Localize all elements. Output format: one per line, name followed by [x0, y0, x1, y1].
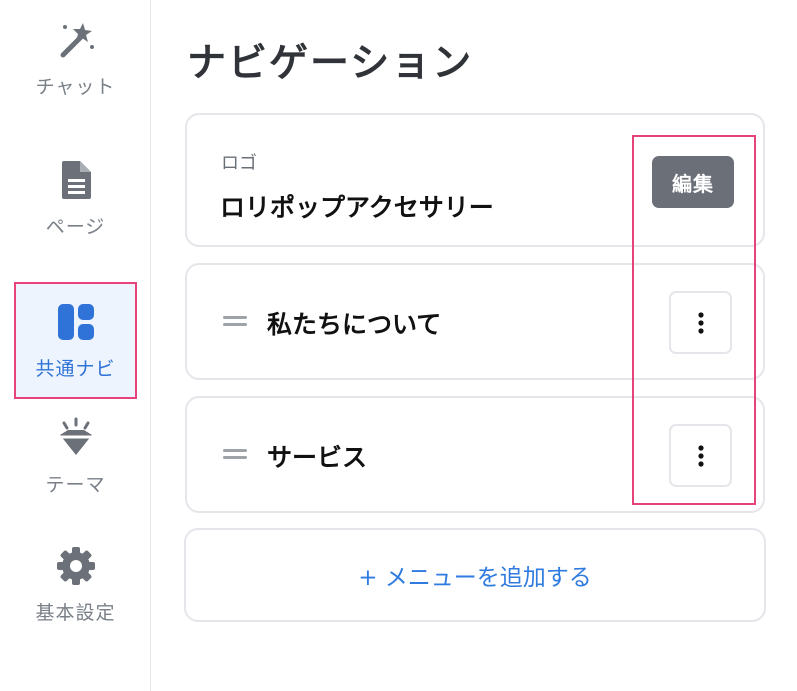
layout-grid-icon: [54, 300, 98, 344]
logo-name: ロリポップアクセサリー: [220, 193, 494, 222]
diamond-icon: [54, 416, 98, 460]
drag-handle-icon[interactable]: [223, 448, 247, 460]
sidebar-item-label: チャット: [35, 76, 116, 98]
sidebar-item-chat[interactable]: チャット: [14, 0, 137, 117]
page-title: ナビゲーション: [187, 41, 474, 86]
logo-caption: ロゴ: [221, 153, 257, 174]
menu-item-card: 私たちについて: [185, 263, 765, 380]
more-options-button[interactable]: [669, 424, 732, 487]
edit-logo-button[interactable]: 編集: [652, 156, 734, 208]
sidebar-item-label: 基本設定: [35, 602, 116, 624]
more-vertical-icon: [697, 444, 704, 467]
gear-icon: [54, 544, 98, 588]
logo-card: ロゴ ロリポップアクセサリー 編集: [185, 113, 765, 247]
sidebar-item-label: テーマ: [45, 474, 106, 496]
menu-item-card: サービス: [185, 396, 765, 513]
drag-handle-icon[interactable]: [223, 315, 247, 327]
sidebar-item-basic-settings[interactable]: 基本設定: [14, 526, 137, 643]
sidebar-item-pages[interactable]: ページ: [14, 140, 137, 257]
magic-wand-icon: [54, 18, 98, 62]
more-options-button[interactable]: [669, 291, 732, 354]
more-vertical-icon: [697, 311, 704, 334]
sidebar: チャット ページ 共通ナビ テーマ 基本設定: [0, 0, 151, 691]
document-icon: [54, 158, 98, 202]
sidebar-item-label: 共通ナビ: [35, 358, 116, 380]
add-menu-button[interactable]: + メニューを追加する: [184, 528, 766, 622]
sidebar-item-common-nav[interactable]: 共通ナビ: [14, 282, 137, 399]
menu-item-label: サービス: [267, 443, 368, 472]
sidebar-item-theme[interactable]: テーマ: [14, 398, 137, 515]
menu-item-label: 私たちについて: [267, 310, 442, 339]
sidebar-item-label: ページ: [45, 216, 106, 238]
